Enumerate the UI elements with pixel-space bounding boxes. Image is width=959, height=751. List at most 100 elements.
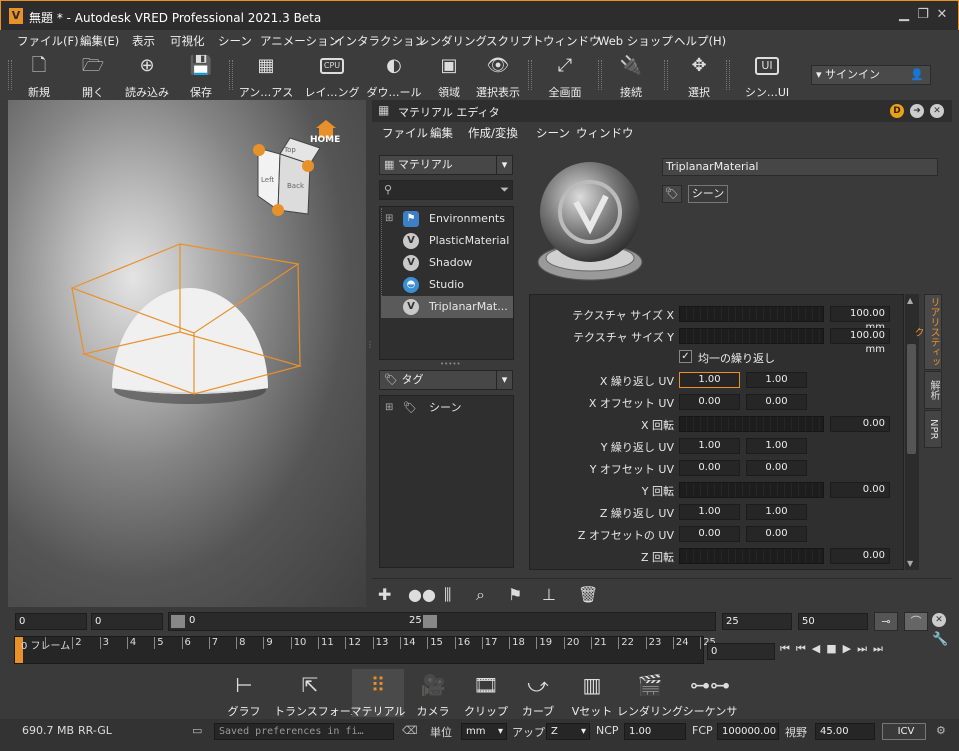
z-rotate-slider[interactable] bbox=[679, 548, 824, 564]
timeline-end-spinner[interactable]: 25 bbox=[722, 613, 792, 630]
mat-menu-window[interactable]: ウィンドウ bbox=[576, 125, 634, 141]
scroll-up-icon[interactable]: ▲ bbox=[907, 296, 913, 305]
module-graph[interactable]: ⊢ グラフ bbox=[218, 669, 270, 718]
menu-help[interactable]: ヘルプ(H) bbox=[674, 33, 726, 49]
x-offset-v-field[interactable]: 0.00 bbox=[746, 394, 807, 410]
module-vset[interactable]: ▥ Vセット bbox=[566, 669, 618, 718]
mat-menu-edit[interactable]: 編集 bbox=[430, 125, 453, 141]
fullscreen-button[interactable]: ⤢ 全画面 bbox=[542, 54, 588, 99]
material-filter-combo[interactable]: ▦ マテリアル ▾ bbox=[379, 155, 513, 175]
timeline-close-icon[interactable]: ✕ bbox=[932, 613, 946, 627]
y-offset-u-field[interactable]: 0.00 bbox=[679, 460, 740, 476]
timeline-fps-spinner[interactable]: 50 bbox=[798, 613, 868, 630]
z-repeat-v-field[interactable]: 1.00 bbox=[746, 504, 807, 520]
antialias-button[interactable]: ▦ アン…アス bbox=[238, 54, 294, 99]
expand-plus-icon[interactable]: ⊞ bbox=[385, 397, 393, 419]
menu-visualize[interactable]: 可視化 bbox=[170, 33, 205, 49]
module-rendering[interactable]: 🎬 レンダリング bbox=[617, 669, 683, 718]
scene-tag-button[interactable]: シーン bbox=[688, 185, 728, 203]
fcp-field[interactable]: 100000.00 bbox=[717, 723, 779, 740]
x-repeat-u-field[interactable]: 1.00 bbox=[679, 372, 740, 388]
open-button[interactable]: 🗁 開く bbox=[76, 54, 110, 99]
mat-menu-scene[interactable]: シーン bbox=[536, 125, 570, 141]
texture-size-y-slider[interactable] bbox=[679, 328, 824, 344]
simple-ui-button[interactable]: UI シン…UI bbox=[742, 54, 792, 99]
key-icon[interactable]: ⊸ bbox=[874, 612, 898, 631]
tag-item-scene[interactable]: ⊞ 🏷 シーン bbox=[381, 397, 513, 419]
duplicate-icon[interactable]: ●● bbox=[408, 585, 436, 604]
view-cube[interactable]: Top Left Back bbox=[253, 137, 321, 216]
new-button[interactable]: 🗋 新規 bbox=[22, 54, 56, 99]
tab-npr[interactable]: NPR bbox=[924, 410, 942, 448]
connect-button[interactable]: 🔌 接続 bbox=[614, 54, 648, 99]
cleanup-icon[interactable]: ⊥ bbox=[542, 585, 556, 604]
menu-edit[interactable]: 編集(E) bbox=[80, 33, 119, 49]
tree-item-shadow[interactable]: V Shadow bbox=[381, 252, 513, 274]
downscale-button[interactable]: ◐ ダウ…ール bbox=[366, 54, 422, 99]
x-repeat-v-field[interactable]: 1.00 bbox=[746, 372, 807, 388]
dock-icon[interactable]: D bbox=[890, 104, 904, 118]
menu-scene[interactable]: シーン bbox=[218, 33, 252, 49]
uniform-repeat-checkbox[interactable]: ✓ bbox=[679, 350, 692, 363]
x-offset-u-field[interactable]: 0.00 bbox=[679, 394, 740, 410]
texture-size-x-field[interactable]: 100.00 mm bbox=[830, 306, 890, 333]
close-icon[interactable]: ✕ bbox=[935, 7, 949, 23]
scrollbar-thumb[interactable] bbox=[907, 344, 916, 454]
frame-field[interactable]: 0 bbox=[707, 643, 775, 660]
unit-select[interactable]: mm ▾ bbox=[461, 723, 507, 740]
home-label[interactable]: HOME bbox=[310, 135, 340, 145]
raytracing-button[interactable]: CPU レイ…ング bbox=[304, 54, 360, 99]
menu-window[interactable]: ウィンドウ bbox=[543, 33, 601, 49]
icv-button[interactable]: ICV bbox=[882, 723, 926, 740]
assign-icon[interactable]: ⫼ bbox=[444, 585, 451, 605]
mat-menu-create[interactable]: 作成/変換 bbox=[468, 125, 518, 141]
material-search-input[interactable]: ⚲ ⏷ bbox=[379, 180, 513, 200]
import-button[interactable]: ⊕ 読み込み bbox=[120, 54, 174, 99]
render-viewport[interactable]: Top Left Back HOME bbox=[8, 100, 366, 607]
curve-editor-icon[interactable]: ⌒ bbox=[904, 612, 928, 631]
menu-view[interactable]: 表示 bbox=[132, 33, 155, 49]
filter-funnel-icon[interactable]: ⏷ bbox=[500, 181, 509, 199]
minimize-icon[interactable]: ▁ bbox=[897, 7, 911, 23]
mat-menu-file[interactable]: ファイル bbox=[382, 125, 428, 141]
tree-item-triplanar[interactable]: V TriplanarMat... bbox=[381, 296, 513, 318]
timeline-start-spinner[interactable]: 0 bbox=[15, 613, 87, 630]
region-button[interactable]: ▣ 領域 bbox=[432, 54, 466, 99]
y-rotate-slider[interactable] bbox=[679, 482, 824, 498]
timeline-ruler[interactable]: 0 フレーム 2 3 4 5 6 7 8 9 10 11 12 13 14 15 16 17 18 19 20 21 2… bbox=[14, 636, 716, 664]
ncp-field[interactable]: 1.00 bbox=[624, 723, 686, 740]
material-preview[interactable] bbox=[530, 150, 650, 290]
float-arrow-icon[interactable]: ➜ bbox=[910, 104, 924, 118]
module-transform[interactable]: ⇱ トランスフォーム bbox=[274, 669, 361, 718]
menu-interaction[interactable]: インタラクション bbox=[334, 33, 426, 49]
settings-icon[interactable]: ⚙ bbox=[936, 724, 946, 737]
fov-field[interactable]: 45.00 bbox=[815, 723, 875, 740]
tab-analytic[interactable]: 解析 bbox=[924, 371, 942, 409]
menu-script[interactable]: スクリプト bbox=[486, 33, 544, 49]
find-material-icon[interactable]: ⌕ bbox=[476, 585, 485, 605]
tree-splitter[interactable]: ••••• bbox=[440, 361, 461, 368]
y-offset-v-field[interactable]: 0.00 bbox=[746, 460, 807, 476]
tag-combo[interactable]: 🏷 タグ ▾ bbox=[379, 370, 513, 390]
timeline-range-slider[interactable]: 0 25 bbox=[168, 612, 716, 631]
toolbar-grip[interactable] bbox=[8, 60, 12, 90]
y-repeat-v-field[interactable]: 1.00 bbox=[746, 438, 807, 454]
tag-icon[interactable]: 🏷 bbox=[662, 185, 682, 203]
panel-grip-icon[interactable]: ▦ bbox=[378, 103, 389, 117]
terminal-icon[interactable]: ▭ bbox=[192, 724, 202, 737]
select-button[interactable]: ✥ 選択 bbox=[682, 54, 716, 99]
tab-realistic[interactable]: リアリスティック bbox=[912, 294, 942, 370]
up-axis-select[interactable]: Z ▾ bbox=[546, 723, 590, 740]
scroll-down-icon[interactable]: ▼ bbox=[907, 559, 913, 568]
z-repeat-u-field[interactable]: 1.00 bbox=[679, 504, 740, 520]
x-rotate-field[interactable]: 0.00 bbox=[830, 416, 890, 432]
clear-icon[interactable]: ⌫ bbox=[402, 724, 418, 737]
wrench-icon[interactable]: 🔧 bbox=[932, 632, 948, 647]
texture-size-x-slider[interactable] bbox=[679, 306, 824, 322]
timeline-current-spinner[interactable]: 0 bbox=[91, 613, 163, 630]
tree-item-studio[interactable]: ◓ Studio bbox=[381, 274, 513, 296]
menu-animation[interactable]: アニメーション bbox=[260, 33, 340, 49]
maximize-icon[interactable]: ❐ bbox=[916, 7, 930, 23]
range-start-handle[interactable] bbox=[171, 615, 185, 628]
y-repeat-u-field[interactable]: 1.00 bbox=[679, 438, 740, 454]
